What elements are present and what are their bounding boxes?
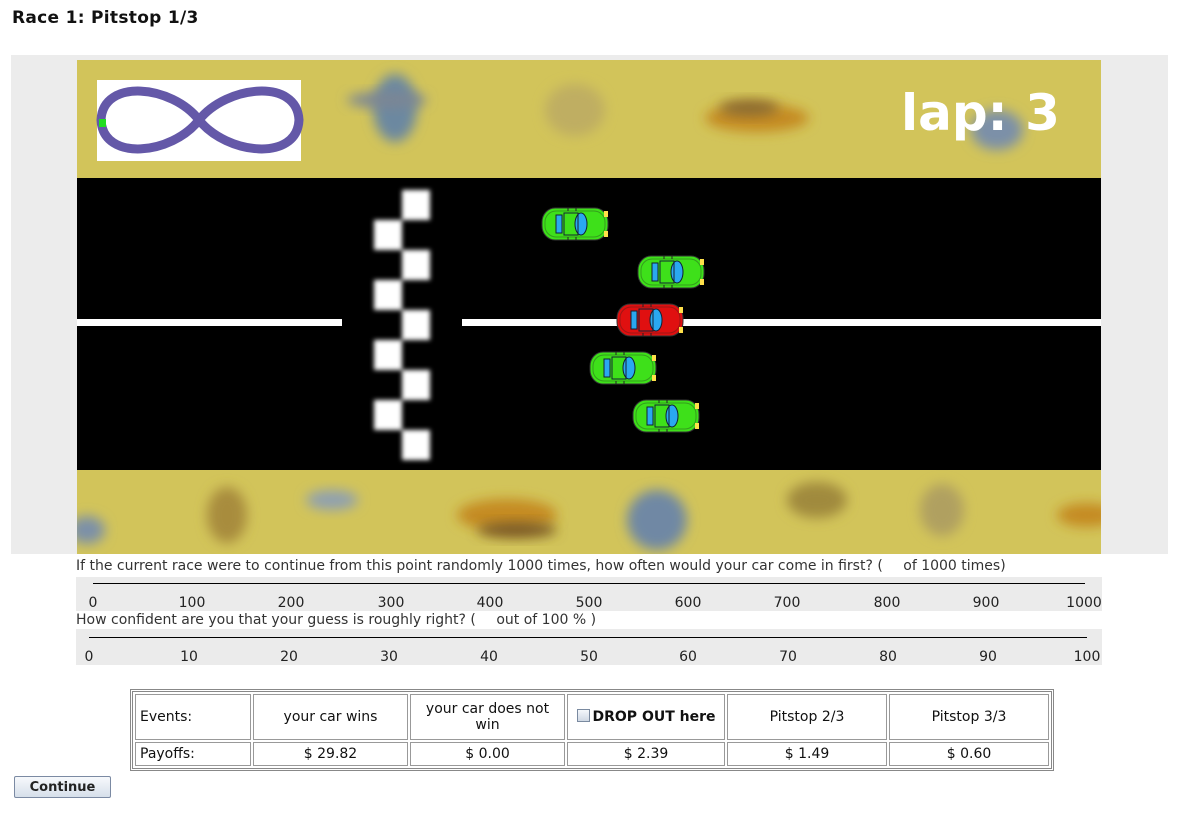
- slider-tick-label: 1000: [1066, 595, 1102, 611]
- lap-counter: lap: 3: [901, 84, 1060, 142]
- slider-tick-label: 60: [679, 649, 697, 665]
- payoffs-row: Payoffs: $ 29.82 $ 0.00 $ 2.39 $ 1.49 $ …: [135, 742, 1049, 766]
- slider-tick-label: 200: [277, 595, 305, 611]
- confidence-question: How confident are you that your guess is…: [76, 612, 596, 628]
- player-car: [616, 303, 684, 337]
- slider-tick-label: 300: [377, 595, 405, 611]
- slider-tick-label: 80: [879, 649, 897, 665]
- payoff-cell: $ 29.82: [253, 742, 408, 766]
- drop-out-cell[interactable]: DROP OUT here: [567, 694, 725, 740]
- slider-tick-label: 700: [773, 595, 801, 611]
- other-car: [541, 207, 609, 241]
- payoff-cell: $ 0.00: [410, 742, 565, 766]
- slider-tick-label: 40: [480, 649, 498, 665]
- lane-divider: [462, 319, 1101, 326]
- continue-button[interactable]: Continue: [14, 776, 111, 798]
- slider-tick-label: 50: [580, 649, 598, 665]
- event-cell: your car wins: [253, 694, 408, 740]
- slider-tick-label: 100: [1073, 649, 1101, 665]
- confidence-slider[interactable]: 0 10 20 30 40 50 60 70 80 90 100: [76, 629, 1102, 665]
- first-place-question-text: If the current race were to continue fro…: [76, 558, 883, 574]
- payoffs-label: Payoffs:: [135, 742, 251, 766]
- event-cell: Pitstop 3/3: [889, 694, 1049, 740]
- slider-tick-label: 0: [84, 649, 94, 665]
- slider-track[interactable]: [89, 637, 1087, 638]
- slider-tick-label: 20: [280, 649, 298, 665]
- slider-tick-label: 90: [979, 649, 997, 665]
- other-car: [589, 351, 657, 385]
- confidence-question-text: How confident are you that your guess is…: [76, 612, 476, 628]
- other-car: [637, 255, 705, 289]
- first-place-question-suffix: of 1000 times): [898, 558, 1006, 574]
- events-row: Events: your car wins your car does not …: [135, 694, 1049, 740]
- event-cell: Pitstop 2/3: [727, 694, 887, 740]
- confidence-question-suffix: out of 100 % ): [491, 612, 597, 628]
- slider-track[interactable]: [93, 583, 1085, 584]
- first-place-estimate-slider[interactable]: 0 100 200 300 400 500 600 700 800 900 10…: [76, 577, 1102, 611]
- drop-out-checkbox[interactable]: [576, 709, 590, 722]
- event-cell: your car does not win: [410, 694, 565, 740]
- events-label: Events:: [135, 694, 251, 740]
- drop-out-label[interactable]: DROP OUT here: [593, 709, 716, 725]
- other-car: [632, 399, 700, 433]
- slider-tick-label: 30: [380, 649, 398, 665]
- payoff-cell: $ 0.60: [889, 742, 1049, 766]
- slider-tick-label: 10: [180, 649, 198, 665]
- race-game-canvas: lap: 3: [77, 60, 1101, 554]
- track-minimap: [96, 80, 304, 161]
- page-title: Race 1: Pitstop 1/3: [12, 8, 199, 28]
- lane-divider: [77, 319, 342, 326]
- slider-tick-label: 100: [178, 595, 206, 611]
- slider-tick-label: 600: [674, 595, 702, 611]
- player-position-marker: [99, 119, 106, 127]
- first-place-question: If the current race were to continue fro…: [76, 558, 1006, 574]
- payoff-table: Events: your car wins your car does not …: [130, 689, 1054, 771]
- payoff-cell: $ 2.39: [567, 742, 725, 766]
- payoff-cell: $ 1.49: [727, 742, 887, 766]
- slider-tick-label: 900: [972, 595, 1000, 611]
- slider-tick-label: 500: [575, 595, 603, 611]
- slider-tick-label: 800: [873, 595, 901, 611]
- slider-tick-label: 400: [476, 595, 504, 611]
- slider-tick-label: 70: [779, 649, 797, 665]
- slider-tick-label: 0: [88, 595, 98, 611]
